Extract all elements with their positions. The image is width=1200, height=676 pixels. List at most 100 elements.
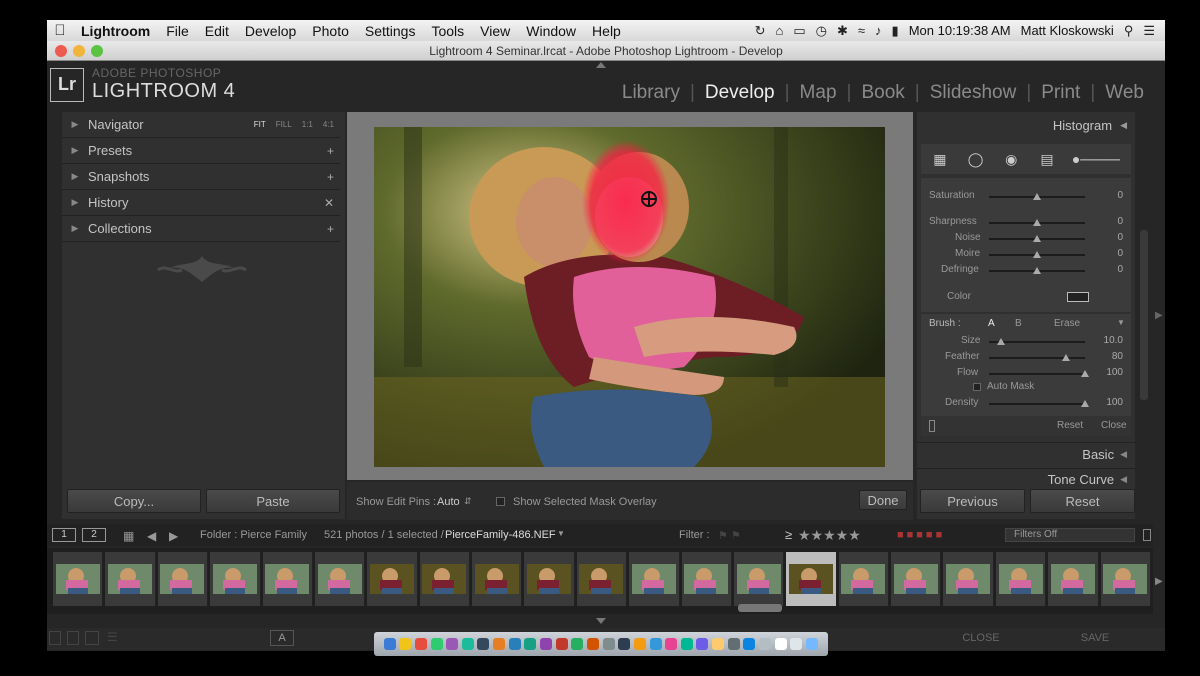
home-icon[interactable]: ⌂ — [776, 23, 784, 38]
panel-history[interactable]: ▶ History ✕ — [62, 190, 340, 216]
slider-brush-feather[interactable]: Feather 80 — [921, 351, 1131, 365]
filmstrip-thumb[interactable] — [943, 552, 994, 606]
dock-app-icon[interactable] — [712, 638, 725, 650]
flag-filter-icons[interactable]: ⚑ ⚑ — [718, 529, 741, 542]
filmstrip-thumb[interactable] — [524, 552, 575, 606]
slider-knob[interactable] — [1081, 400, 1089, 407]
filmstrip-thumb[interactable] — [419, 552, 471, 606]
slider-moire[interactable]: Moire 0 — [921, 248, 1131, 262]
filmstrip-scroll-right-icon[interactable]: ▶ — [1155, 576, 1163, 587]
panel-basic[interactable]: Basic ◀ — [917, 442, 1135, 466]
filmstrip-thumb[interactable] — [995, 552, 1047, 606]
slider-brush-size[interactable]: Size 10.0 — [921, 335, 1131, 349]
menu-tools[interactable]: Tools — [423, 23, 472, 39]
filmstrip-thumb-selected[interactable] — [786, 552, 837, 606]
filename-dropdown-icon[interactable]: ▼ — [557, 529, 565, 538]
menu-photo[interactable]: Photo — [304, 23, 357, 39]
module-slideshow[interactable]: Slideshow — [920, 82, 1027, 104]
dock-app-icon[interactable] — [555, 638, 568, 650]
close-panel-button[interactable]: CLOSE — [926, 629, 1036, 647]
dock-app-icon[interactable] — [414, 638, 427, 650]
panel-snapshots[interactable]: ▶ Snapshots + — [62, 164, 340, 190]
graduated-filter-icon[interactable]: ▤ — [1036, 148, 1058, 170]
color-swatch[interactable] — [1067, 292, 1089, 302]
filmstrip-thumb[interactable] — [472, 552, 523, 606]
dock-app-icon[interactable] — [461, 638, 474, 650]
reset-button[interactable]: Reset — [1030, 489, 1135, 513]
bluetooth-icon[interactable]: ✱ — [837, 23, 848, 39]
panel-presets[interactable]: ▶ Presets + — [62, 138, 340, 164]
mask-close-button[interactable]: Close — [1101, 420, 1127, 431]
module-develop[interactable]: Develop — [695, 82, 785, 104]
back-arrow-icon[interactable]: ◀ — [147, 529, 156, 543]
menu-app-name[interactable]: Lightroom — [73, 23, 158, 39]
battery-icon[interactable]: ▮ — [892, 23, 899, 39]
view-list-icon[interactable]: ☰ — [107, 630, 118, 644]
color-row[interactable]: Color — [921, 291, 1131, 305]
nav-size-1-1[interactable]: 1:1 — [302, 120, 313, 129]
menu-view[interactable]: View — [472, 23, 518, 39]
dock-app-icon[interactable] — [774, 638, 787, 650]
main-photo[interactable] — [374, 127, 885, 467]
view-loupe-icon[interactable] — [49, 631, 61, 645]
menubar-clock[interactable]: Mon 10:19:38 AM — [909, 23, 1011, 38]
copy-button[interactable]: Copy... — [67, 489, 201, 513]
filmstrip-thumb[interactable] — [367, 552, 418, 606]
dock-app-icon[interactable] — [508, 638, 521, 650]
slider-knob[interactable] — [1033, 193, 1041, 200]
panel-navigator[interactable]: ▶ Navigator FIT FILL 1:1 4:1 — [62, 112, 340, 138]
edit-pins-select[interactable]: Auto — [437, 496, 460, 508]
edit-pins-stepper-icon[interactable]: ⇵ — [464, 496, 472, 507]
dock-app-icon[interactable] — [618, 638, 631, 650]
auto-mask-row[interactable]: Auto Mask — [921, 381, 1131, 395]
panel-collections[interactable]: ▶ Collections + — [62, 216, 340, 242]
add-snapshot-icon[interactable]: + — [327, 170, 340, 184]
view-grid-icon[interactable] — [67, 631, 79, 645]
auto-mask-checkbox[interactable] — [973, 383, 981, 391]
panel-switch-icon[interactable] — [929, 420, 935, 432]
filmstrip-thumb[interactable] — [210, 552, 261, 606]
filmstrip-thumb[interactable] — [157, 552, 209, 606]
filmstrip-thumb[interactable] — [838, 552, 890, 606]
dock-app-icon[interactable] — [430, 638, 443, 650]
dock-app-icon[interactable] — [383, 638, 396, 650]
dock-app-icon[interactable] — [665, 638, 678, 650]
add-preset-icon[interactable]: + — [327, 144, 340, 158]
brush-a-button[interactable]: A — [988, 318, 995, 329]
dock-app-icon[interactable] — [649, 638, 662, 650]
bottom-panel-toggle-icon[interactable] — [596, 618, 606, 624]
filmstrip-thumb[interactable] — [681, 552, 732, 606]
slider-knob[interactable] — [1033, 267, 1041, 274]
dock-app-icon[interactable] — [571, 638, 584, 650]
filters-off-select[interactable]: Filters Off — [1005, 528, 1135, 542]
rating-filter-stars[interactable]: ★★★★★ — [798, 527, 861, 544]
slider-knob[interactable] — [1081, 370, 1089, 377]
filmstrip-thumb[interactable] — [891, 552, 942, 606]
wifi-icon[interactable]: ≈ — [858, 23, 865, 38]
nav-size-4-1[interactable]: 4:1 — [323, 120, 334, 129]
slider-sharpness[interactable]: Sharpness 0 — [921, 216, 1131, 230]
a-key-button[interactable]: A — [270, 630, 294, 646]
menu-settings[interactable]: Settings — [357, 23, 424, 39]
top-panel-toggle-icon[interactable] — [596, 62, 606, 68]
paste-button[interactable]: Paste — [206, 489, 340, 513]
secondary-window-1-button[interactable]: 1 — [52, 528, 76, 542]
menu-edit[interactable]: Edit — [197, 23, 237, 39]
module-web[interactable]: Web — [1095, 82, 1154, 104]
menu-window[interactable]: Window — [518, 23, 584, 39]
menu-develop[interactable]: Develop — [237, 23, 304, 39]
right-panel-toggle-icon[interactable]: ▶ — [1155, 310, 1163, 321]
volume-icon[interactable]: ♪ — [875, 23, 882, 38]
secondary-window-2-button[interactable]: 2 — [82, 528, 106, 542]
clear-history-icon[interactable]: ✕ — [324, 196, 340, 210]
notification-list-icon[interactable]: ☰ — [1143, 23, 1155, 39]
adjustment-brush-icon[interactable]: ●──── — [1072, 148, 1131, 170]
filmstrip-thumb[interactable] — [1100, 552, 1151, 606]
dock-app-icon[interactable] — [399, 638, 412, 650]
grid-view-icon[interactable]: ▦ — [123, 529, 134, 543]
brush-collapse-icon[interactable]: ▼ — [1117, 318, 1125, 327]
apple-menu-icon[interactable]:  — [47, 22, 73, 39]
slider-density[interactable]: Density 100 — [921, 397, 1131, 411]
filmstrip-thumb[interactable] — [1048, 552, 1099, 606]
spot-removal-icon[interactable]: ◯ — [965, 148, 987, 170]
